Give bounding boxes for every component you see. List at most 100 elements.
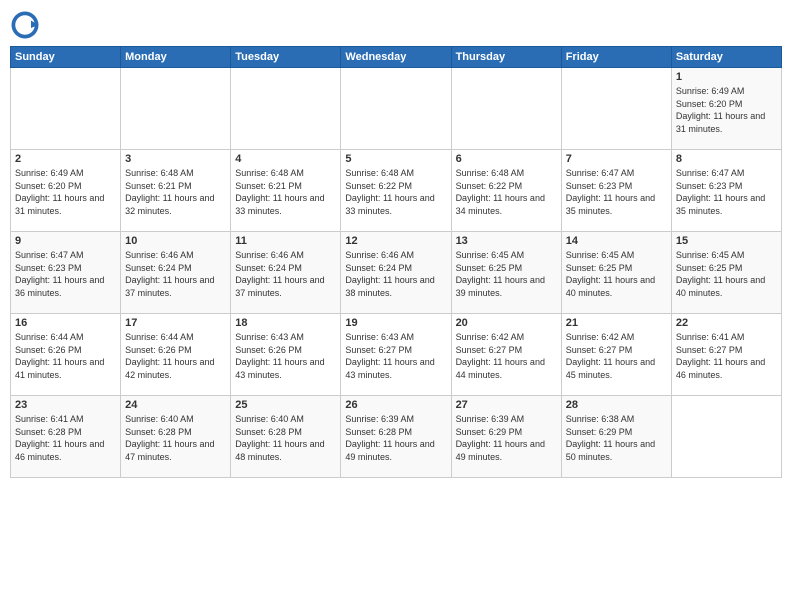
day-cell: 19 Sunrise: 6:43 AM Sunset: 6:27 PM Dayli… xyxy=(341,314,451,396)
day-cell xyxy=(121,68,231,150)
day-info: Sunrise: 6:39 AM Sunset: 6:29 PM Dayligh… xyxy=(456,413,557,463)
day-number: 25 xyxy=(235,399,336,411)
day-cell: 27 Sunrise: 6:39 AM Sunset: 6:29 PM Dayli… xyxy=(451,396,561,478)
day-cell: 11 Sunrise: 6:46 AM Sunset: 6:24 PM Dayli… xyxy=(231,232,341,314)
day-number: 27 xyxy=(456,399,557,411)
day-number: 17 xyxy=(125,317,226,329)
day-info: Sunrise: 6:49 AM Sunset: 6:20 PM Dayligh… xyxy=(676,85,777,135)
day-info: Sunrise: 6:41 AM Sunset: 6:27 PM Dayligh… xyxy=(676,331,777,381)
day-info: Sunrise: 6:46 AM Sunset: 6:24 PM Dayligh… xyxy=(235,249,336,299)
day-number: 10 xyxy=(125,235,226,247)
header-cell-thursday: Thursday xyxy=(451,47,561,68)
page: SundayMondayTuesdayWednesdayThursdayFrid… xyxy=(0,0,792,612)
day-cell: 10 Sunrise: 6:46 AM Sunset: 6:24 PM Dayli… xyxy=(121,232,231,314)
header-cell-friday: Friday xyxy=(561,47,671,68)
day-cell: 7 Sunrise: 6:47 AM Sunset: 6:23 PM Daylig… xyxy=(561,150,671,232)
day-info: Sunrise: 6:49 AM Sunset: 6:20 PM Dayligh… xyxy=(15,167,116,217)
day-cell: 3 Sunrise: 6:48 AM Sunset: 6:21 PM Daylig… xyxy=(121,150,231,232)
day-cell: 2 Sunrise: 6:49 AM Sunset: 6:20 PM Daylig… xyxy=(11,150,121,232)
day-number: 23 xyxy=(15,399,116,411)
day-cell xyxy=(561,68,671,150)
week-row-4: 23 Sunrise: 6:41 AM Sunset: 6:28 PM Dayli… xyxy=(11,396,782,478)
day-cell: 28 Sunrise: 6:38 AM Sunset: 6:29 PM Dayli… xyxy=(561,396,671,478)
day-cell: 8 Sunrise: 6:47 AM Sunset: 6:23 PM Daylig… xyxy=(671,150,781,232)
day-cell xyxy=(231,68,341,150)
day-number: 11 xyxy=(235,235,336,247)
day-info: Sunrise: 6:44 AM Sunset: 6:26 PM Dayligh… xyxy=(15,331,116,381)
header-cell-wednesday: Wednesday xyxy=(341,47,451,68)
day-cell: 4 Sunrise: 6:48 AM Sunset: 6:21 PM Daylig… xyxy=(231,150,341,232)
day-cell: 18Sunrise: 6:43 AM Sunset: 6:26 PM Dayli… xyxy=(231,314,341,396)
header xyxy=(10,10,782,40)
day-info: Sunrise: 6:42 AM Sunset: 6:27 PM Dayligh… xyxy=(566,331,667,381)
day-number: 6 xyxy=(456,153,557,165)
day-number: 15 xyxy=(676,235,777,247)
day-info: Sunrise: 6:43 AM Sunset: 6:26 PM Dayligh… xyxy=(235,331,336,381)
day-info: Sunrise: 6:46 AM Sunset: 6:24 PM Dayligh… xyxy=(345,249,446,299)
day-number: 28 xyxy=(566,399,667,411)
day-number: 21 xyxy=(566,317,667,329)
day-info: Sunrise: 6:48 AM Sunset: 6:21 PM Dayligh… xyxy=(235,167,336,217)
day-cell: 13 Sunrise: 6:45 AM Sunset: 6:25 PM Dayli… xyxy=(451,232,561,314)
header-cell-saturday: Saturday xyxy=(671,47,781,68)
day-number: 8 xyxy=(676,153,777,165)
day-info: Sunrise: 6:38 AM Sunset: 6:29 PM Dayligh… xyxy=(566,413,667,463)
day-number: 2 xyxy=(15,153,116,165)
day-cell xyxy=(341,68,451,150)
day-info: Sunrise: 6:47 AM Sunset: 6:23 PM Dayligh… xyxy=(676,167,777,217)
day-number: 4 xyxy=(235,153,336,165)
day-info: Sunrise: 6:39 AM Sunset: 6:28 PM Dayligh… xyxy=(345,413,446,463)
day-number: 19 xyxy=(345,317,446,329)
day-number: 20 xyxy=(456,317,557,329)
day-cell: 21 Sunrise: 6:42 AM Sunset: 6:27 PM Dayli… xyxy=(561,314,671,396)
day-number: 7 xyxy=(566,153,667,165)
day-cell: 23 Sunrise: 6:41 AM Sunset: 6:28 PM Dayli… xyxy=(11,396,121,478)
header-cell-monday: Monday xyxy=(121,47,231,68)
day-cell xyxy=(671,396,781,478)
day-cell: 17 Sunrise: 6:44 AM Sunset: 6:26 PM Dayli… xyxy=(121,314,231,396)
day-cell: 25 Sunrise: 6:40 AM Sunset: 6:28 PM Dayli… xyxy=(231,396,341,478)
day-number: 3 xyxy=(125,153,226,165)
day-info: Sunrise: 6:45 AM Sunset: 6:25 PM Dayligh… xyxy=(676,249,777,299)
day-cell: 16 Sunrise: 6:44 AM Sunset: 6:26 PM Dayli… xyxy=(11,314,121,396)
day-info: Sunrise: 6:45 AM Sunset: 6:25 PM Dayligh… xyxy=(456,249,557,299)
day-info: Sunrise: 6:46 AM Sunset: 6:24 PM Dayligh… xyxy=(125,249,226,299)
day-cell: 15 Sunrise: 6:45 AM Sunset: 6:25 PM Dayli… xyxy=(671,232,781,314)
day-cell: 26 Sunrise: 6:39 AM Sunset: 6:28 PM Dayli… xyxy=(341,396,451,478)
day-number: 12 xyxy=(345,235,446,247)
header-row: SundayMondayTuesdayWednesdayThursdayFrid… xyxy=(11,47,782,68)
day-info: Sunrise: 6:47 AM Sunset: 6:23 PM Dayligh… xyxy=(566,167,667,217)
day-info: Sunrise: 6:48 AM Sunset: 6:21 PM Dayligh… xyxy=(125,167,226,217)
day-info: Sunrise: 6:47 AM Sunset: 6:23 PM Dayligh… xyxy=(15,249,116,299)
day-info: Sunrise: 6:42 AM Sunset: 6:27 PM Dayligh… xyxy=(456,331,557,381)
day-number: 24 xyxy=(125,399,226,411)
day-cell: 14 Sunrise: 6:45 AM Sunset: 6:25 PM Dayli… xyxy=(561,232,671,314)
day-number: 16 xyxy=(15,317,116,329)
day-cell: 20 Sunrise: 6:42 AM Sunset: 6:27 PM Dayli… xyxy=(451,314,561,396)
day-info: Sunrise: 6:48 AM Sunset: 6:22 PM Dayligh… xyxy=(456,167,557,217)
day-info: Sunrise: 6:44 AM Sunset: 6:26 PM Dayligh… xyxy=(125,331,226,381)
header-cell-tuesday: Tuesday xyxy=(231,47,341,68)
week-row-2: 9 Sunrise: 6:47 AM Sunset: 6:23 PM Daylig… xyxy=(11,232,782,314)
week-row-1: 2 Sunrise: 6:49 AM Sunset: 6:20 PM Daylig… xyxy=(11,150,782,232)
day-number: 14 xyxy=(566,235,667,247)
day-cell: 6 Sunrise: 6:48 AM Sunset: 6:22 PM Daylig… xyxy=(451,150,561,232)
day-info: Sunrise: 6:43 AM Sunset: 6:27 PM Dayligh… xyxy=(345,331,446,381)
day-cell: 5Sunrise: 6:48 AM Sunset: 6:22 PM Daylig… xyxy=(341,150,451,232)
logo xyxy=(10,10,44,40)
day-number: 26 xyxy=(345,399,446,411)
day-number: 1 xyxy=(676,71,777,83)
day-number: 9 xyxy=(15,235,116,247)
day-cell: 22 Sunrise: 6:41 AM Sunset: 6:27 PM Dayli… xyxy=(671,314,781,396)
day-cell: 12 Sunrise: 6:46 AM Sunset: 6:24 PM Dayli… xyxy=(341,232,451,314)
day-cell: 1 Sunrise: 6:49 AM Sunset: 6:20 PM Daylig… xyxy=(671,68,781,150)
day-number: 22 xyxy=(676,317,777,329)
day-cell xyxy=(11,68,121,150)
day-info: Sunrise: 6:45 AM Sunset: 6:25 PM Dayligh… xyxy=(566,249,667,299)
calendar-table: SundayMondayTuesdayWednesdayThursdayFrid… xyxy=(10,46,782,478)
header-cell-sunday: Sunday xyxy=(11,47,121,68)
day-number: 13 xyxy=(456,235,557,247)
day-cell: 9 Sunrise: 6:47 AM Sunset: 6:23 PM Daylig… xyxy=(11,232,121,314)
day-info: Sunrise: 6:41 AM Sunset: 6:28 PM Dayligh… xyxy=(15,413,116,463)
day-info: Sunrise: 6:40 AM Sunset: 6:28 PM Dayligh… xyxy=(235,413,336,463)
